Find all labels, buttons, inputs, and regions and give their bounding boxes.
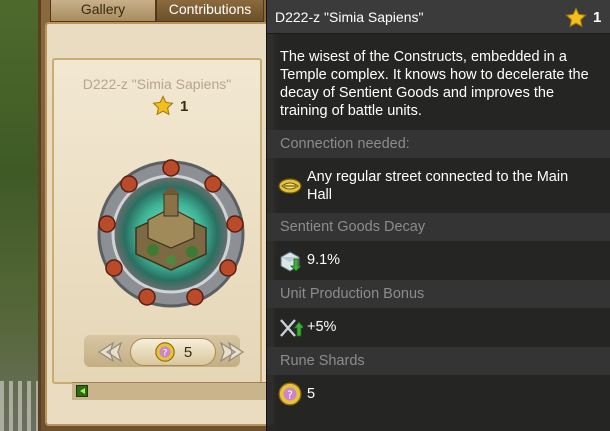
scroll-left-button[interactable] [76,385,88,397]
card-star-count: 1 [180,97,189,115]
construct-building-image [97,159,245,308]
rune-shard-icon: ? [278,382,302,406]
card-title: D222-z "Simia Sapiens" [82,76,232,92]
tooltip-star-count: 1 [593,9,602,26]
production-value: +5% [307,319,337,335]
tab-gallery[interactable]: Gallery [50,0,156,22]
shards-value: 5 [307,386,316,402]
arrow-right-icon[interactable] [218,340,248,364]
rune-shard-icon: ? [155,342,175,362]
tooltip-description: The wisest of the Constructs, embedded i… [280,49,589,119]
decay-header: Sentient Goods Decay [267,213,610,241]
shards-row: ? 5 [267,380,610,408]
decay-value: 9.1% [307,252,341,268]
decay-row: 9.1% [267,246,610,274]
connection-row: Any regular street connected to the Main… [267,168,610,204]
svg-text:?: ? [287,388,293,401]
street-icon [278,178,302,194]
connection-text: Any regular street connected to the Main… [307,169,569,203]
unit-production-icon [280,319,303,337]
building-card[interactable]: D222-z "Simia Sapiens" 1 ? 5 [52,58,262,384]
gallery-scrollbar[interactable] [72,382,272,400]
shard-cost-count: 5 [183,343,193,361]
production-row: +5% [267,313,610,341]
production-header: Unit Production Bonus [267,280,610,308]
arrow-left-icon[interactable] [94,340,124,364]
shards-header: Rune Shards [267,347,610,375]
tab-contributions[interactable]: Contributions [156,0,264,22]
star-icon [565,7,587,34]
svg-text:?: ? [162,348,167,359]
goods-decay-icon [280,251,302,272]
tooltip-title: D222-z "Simia Sapiens" [275,9,424,25]
shard-cost-pill[interactable]: ? 5 [130,338,216,366]
card-rating: 1 [152,95,188,117]
building-tooltip: D222-z "Simia Sapiens" 1 The wisest of t… [266,0,610,431]
star-icon [152,95,174,116]
tooltip-header: D222-z "Simia Sapiens" 1 [267,0,610,34]
connection-header: Connection needed: [267,130,610,158]
fence-decoration [0,381,40,431]
